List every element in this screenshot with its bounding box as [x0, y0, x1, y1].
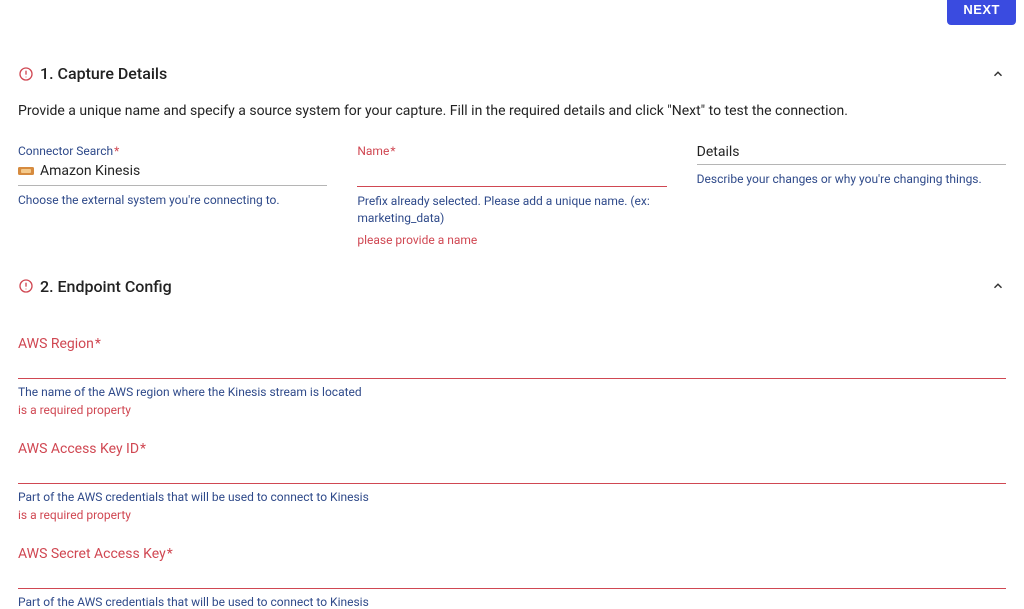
connector-value-text: Amazon Kinesis — [40, 163, 140, 179]
alert-circle-icon — [18, 278, 34, 294]
field-details: Details Describe your changes or why you… — [697, 144, 1006, 247]
name-error: please provide a name — [357, 233, 666, 247]
details-helper: Describe your changes or why you're chan… — [697, 171, 1006, 188]
aws-access-key-input[interactable] — [18, 464, 1006, 484]
section-description-1: Provide a unique name and specify a sour… — [18, 101, 1006, 122]
name-helper: Prefix already selected. Please add a un… — [357, 193, 666, 227]
aws-region-label: AWS Region* — [18, 336, 1006, 354]
alert-circle-icon — [18, 66, 34, 82]
kinesis-icon — [18, 164, 34, 178]
field-name: Name* Prefix already selected. Please ad… — [357, 144, 666, 247]
aws-access-key-label: AWS Access Key ID* — [18, 441, 1006, 459]
aws-access-key-helper: Part of the AWS credentials that will be… — [18, 490, 1006, 504]
field-aws-region: AWS Region* The name of the AWS region w… — [18, 336, 1006, 417]
aws-secret-key-label: AWS Secret Access Key* — [18, 546, 1006, 564]
connector-helper: Choose the external system you're connec… — [18, 192, 327, 209]
field-aws-access-key: AWS Access Key ID* Part of the AWS crede… — [18, 441, 1006, 522]
next-button[interactable]: NEXT — [947, 0, 1016, 25]
name-input[interactable] — [357, 163, 666, 187]
name-label: Name* — [357, 144, 666, 158]
aws-secret-key-input[interactable] — [18, 569, 1006, 589]
chevron-up-icon[interactable] — [990, 278, 1006, 294]
aws-region-error: is a required property — [18, 403, 1006, 417]
connector-input[interactable]: Amazon Kinesis — [18, 163, 327, 186]
section-title-1: 1. Capture Details — [40, 64, 167, 83]
section-title-2: 2. Endpoint Config — [40, 277, 172, 296]
field-aws-secret-key: AWS Secret Access Key* Part of the AWS c… — [18, 546, 1006, 609]
details-label[interactable]: Details — [697, 144, 1006, 165]
field-connector: Connector Search* Amazon Kinesis Choose … — [18, 144, 327, 247]
aws-region-input[interactable] — [18, 359, 1006, 379]
aws-region-helper: The name of the AWS region where the Kin… — [18, 385, 1006, 399]
chevron-up-icon[interactable] — [990, 66, 1006, 82]
aws-access-key-error: is a required property — [18, 508, 1006, 522]
connector-label: Connector Search* — [18, 144, 327, 158]
section-header-1: 1. Capture Details — [18, 64, 1006, 83]
section-header-2: 2. Endpoint Config — [18, 277, 1006, 296]
aws-secret-key-helper: Part of the AWS credentials that will be… — [18, 595, 1006, 609]
